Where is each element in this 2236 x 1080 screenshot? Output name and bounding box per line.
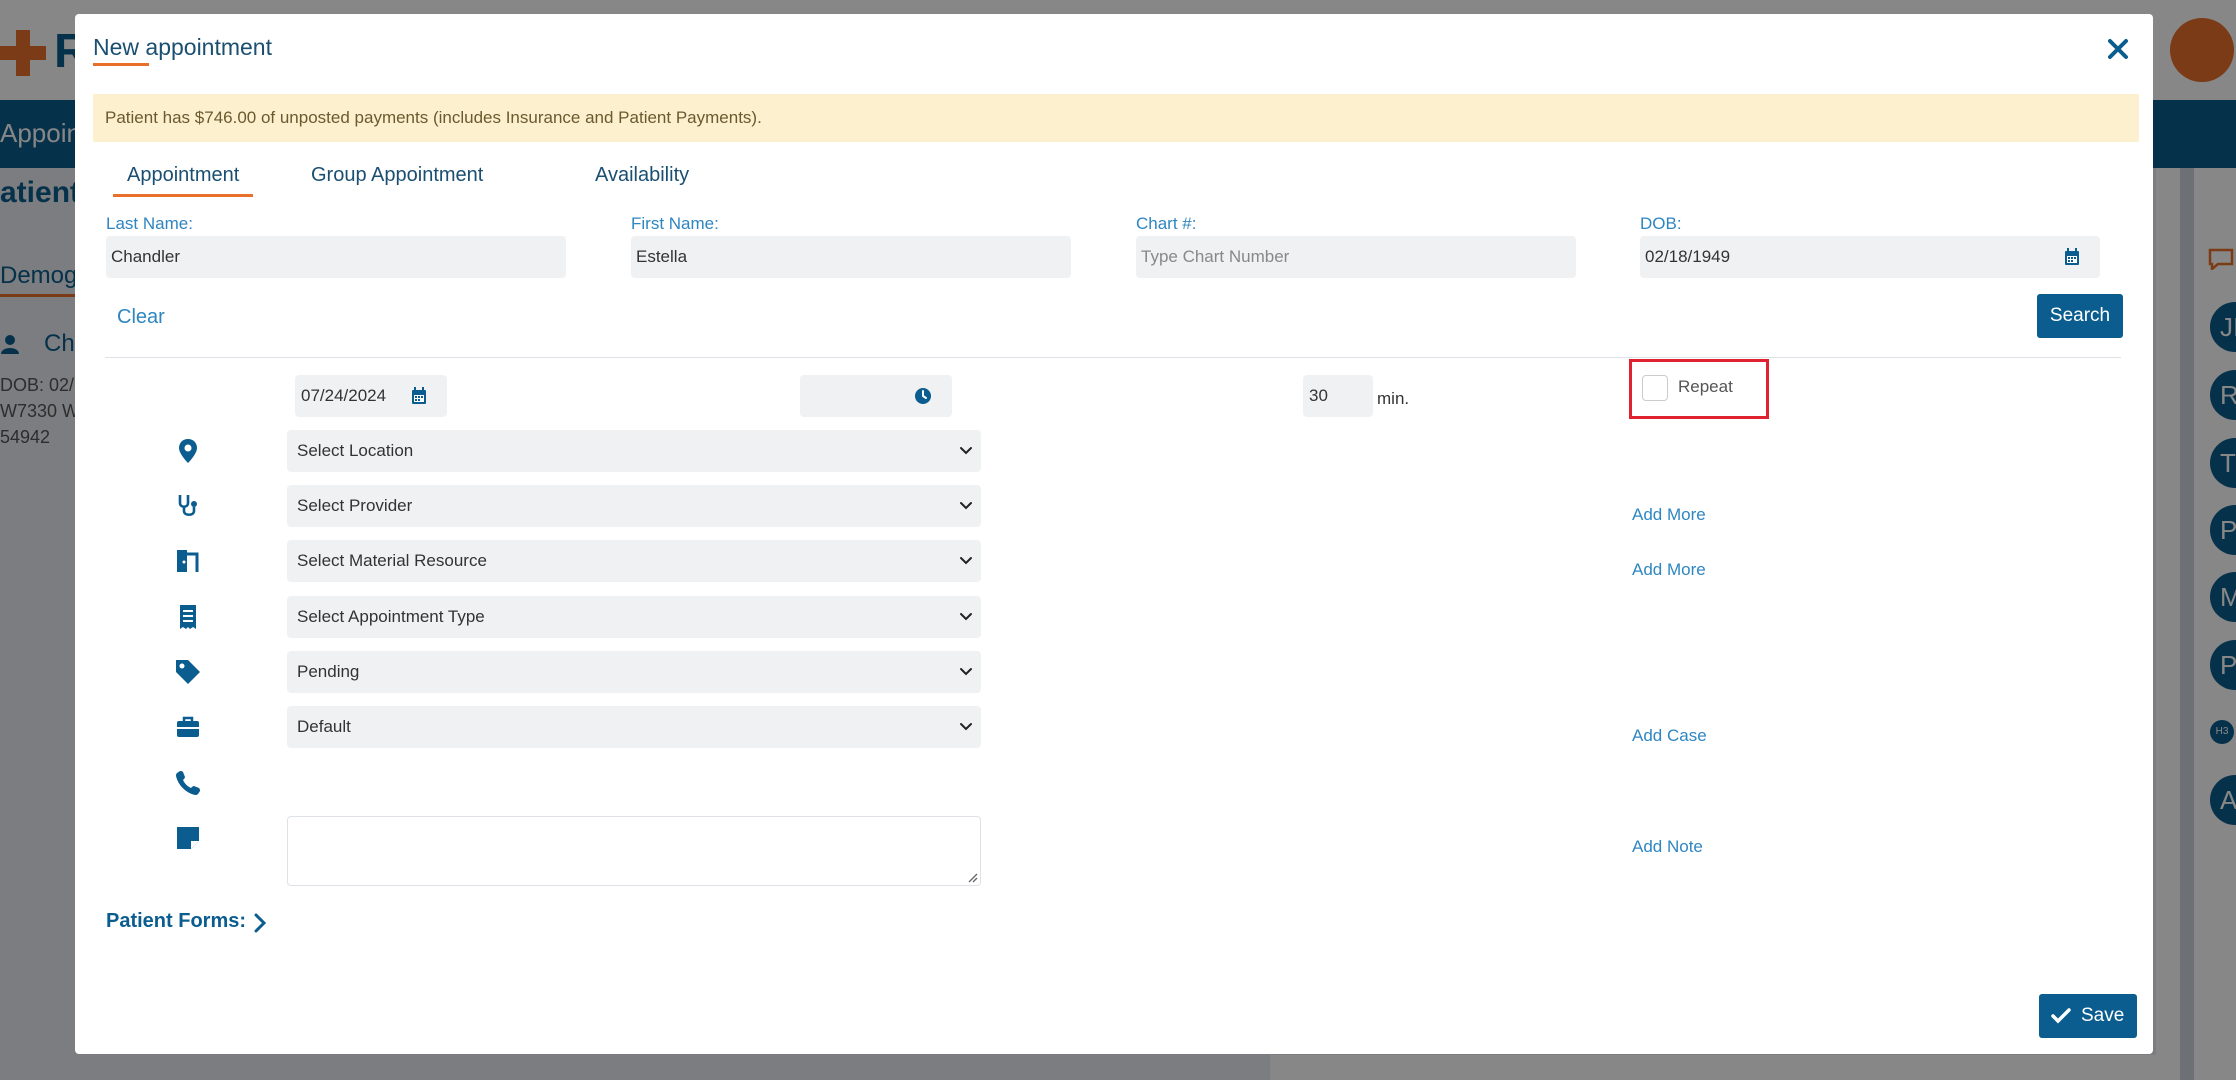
first-name-input[interactable]: Estella	[631, 236, 1071, 278]
stethoscope-icon	[178, 495, 197, 517]
last-name-label: Last Name:	[106, 214, 193, 233]
new-appointment-modal: New appointment Patient has $746.00 of u…	[75, 14, 2153, 1054]
resize-grip-icon[interactable]	[966, 871, 978, 883]
repeat-label[interactable]: Repeat	[1678, 377, 1733, 397]
appointment-date-value: 07/24/2024	[301, 386, 387, 405]
add-more-material-link[interactable]: Add More	[1632, 560, 1706, 580]
patient-forms-toggle[interactable]: Patient Forms:	[106, 910, 246, 933]
door-icon	[177, 550, 199, 572]
chevron-down-icon	[960, 723, 972, 731]
repeat-option: Repeat	[1629, 359, 1769, 419]
case-select-value: Default	[297, 717, 351, 736]
provider-select[interactable]: Select Provider	[287, 485, 981, 527]
tab-availability[interactable]: Availability	[595, 164, 689, 187]
sticky-note-icon	[177, 827, 199, 849]
chart-number-label: Chart #:	[1136, 214, 1197, 233]
case-select[interactable]: Default	[287, 706, 981, 748]
clear-link[interactable]: Clear	[117, 306, 165, 329]
tab-appointment[interactable]: Appointment	[113, 164, 254, 197]
tab-group-appointment[interactable]: Group Appointment	[311, 164, 483, 187]
duration-input[interactable]: 30	[1303, 375, 1373, 417]
tag-icon	[176, 660, 200, 684]
appointment-date-input[interactable]: 07/24/2024	[295, 375, 447, 417]
calendar-icon[interactable]	[2064, 248, 2080, 266]
first-name-label: First Name:	[631, 214, 719, 233]
status-select[interactable]: Pending	[287, 651, 981, 693]
appointment-time-input[interactable]	[800, 375, 952, 417]
chevron-down-icon	[960, 668, 972, 676]
chevron-down-icon	[960, 502, 972, 510]
calendar-icon[interactable]	[411, 387, 427, 405]
modal-title: New appointment	[93, 34, 272, 60]
appointment-type-select[interactable]: Select Appointment Type	[287, 596, 981, 638]
receipt-icon	[180, 605, 196, 629]
location-select-value: Select Location	[297, 441, 414, 460]
location-pin-icon	[179, 439, 197, 463]
dob-input[interactable]: 02/18/1949	[1640, 236, 2100, 278]
unposted-payments-alert: Patient has $746.00 of unposted payments…	[93, 94, 2139, 142]
add-more-provider-link[interactable]: Add More	[1632, 505, 1706, 525]
search-button[interactable]: Search	[2037, 294, 2123, 338]
close-icon	[2108, 39, 2128, 59]
appointment-type-select-value: Select Appointment Type	[297, 607, 485, 626]
divider	[105, 357, 2121, 358]
close-button[interactable]	[2103, 34, 2133, 64]
duration-unit: min.	[1377, 389, 1410, 408]
add-case-link[interactable]: Add Case	[1632, 726, 1707, 746]
chevron-right-icon[interactable]	[251, 912, 269, 934]
dob-label: DOB:	[1640, 214, 1682, 233]
save-button[interactable]: Save	[2039, 994, 2137, 1038]
notes-textarea[interactable]	[287, 816, 981, 886]
save-button-label: Save	[2081, 1005, 2125, 1026]
chevron-down-icon	[960, 447, 972, 455]
checkmark-icon	[2051, 1008, 2071, 1024]
repeat-checkbox[interactable]	[1642, 375, 1668, 401]
last-name-input[interactable]: Chandler	[106, 236, 566, 278]
chart-number-input[interactable]: Type Chart Number	[1136, 236, 1576, 278]
briefcase-icon	[177, 716, 199, 737]
phone-icon	[176, 771, 200, 795]
clock-icon[interactable]	[914, 387, 932, 405]
add-note-link[interactable]: Add Note	[1632, 837, 1703, 857]
title-underline	[93, 63, 149, 66]
chevron-down-icon	[960, 613, 972, 621]
provider-select-value: Select Provider	[297, 496, 413, 515]
material-resource-select[interactable]: Select Material Resource	[287, 540, 981, 582]
status-select-value: Pending	[297, 662, 360, 681]
location-select[interactable]: Select Location	[287, 430, 981, 472]
chevron-down-icon	[960, 557, 972, 565]
material-resource-select-value: Select Material Resource	[297, 551, 487, 570]
dob-value: 02/18/1949	[1645, 247, 1731, 266]
